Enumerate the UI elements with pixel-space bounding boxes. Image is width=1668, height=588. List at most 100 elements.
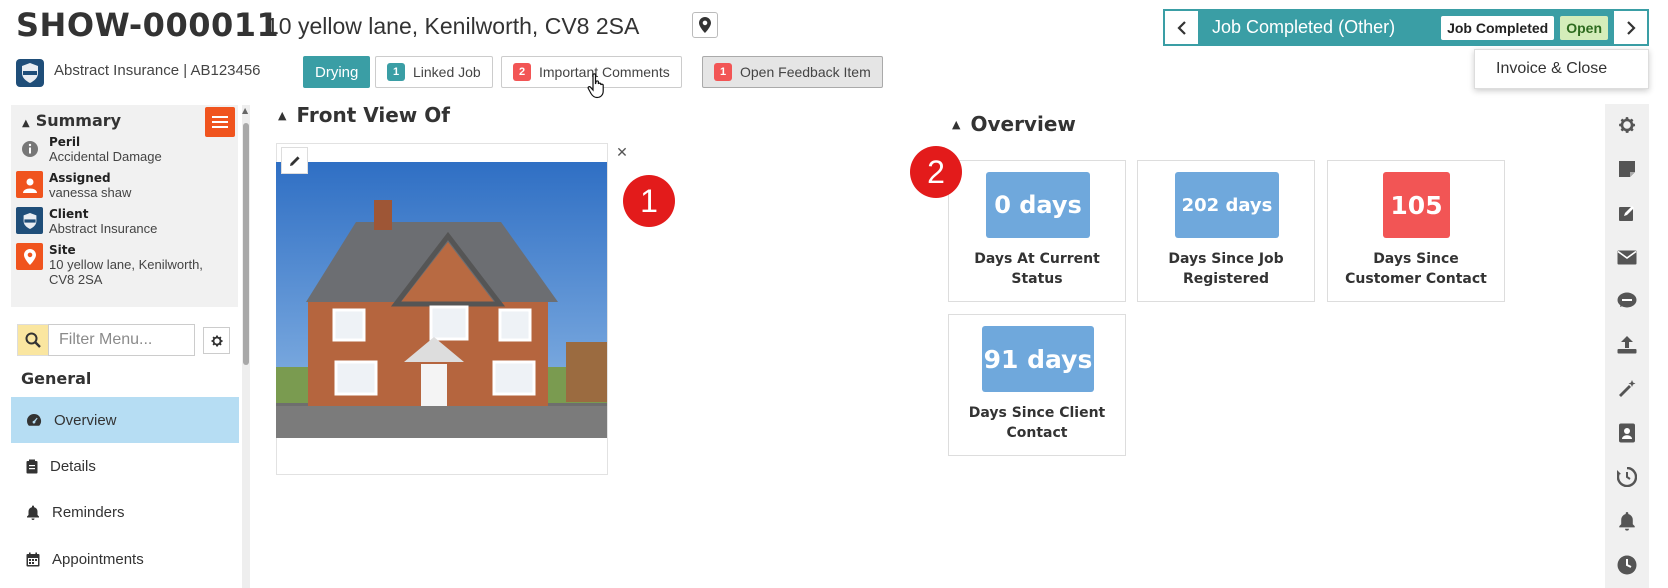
overview-title: Overview — [970, 112, 1076, 136]
linked-job-tag[interactable]: 1 Linked Job — [375, 56, 493, 88]
contact-book-icon — [1619, 423, 1635, 443]
summary-menu-button[interactable] — [205, 107, 235, 137]
pencil-icon — [289, 155, 300, 166]
kpi-label: Days At Current Status — [974, 251, 1100, 287]
peril-value: Accidental Damage — [49, 149, 162, 164]
edit-button[interactable] — [1615, 201, 1639, 225]
kpi-value: 0 days — [986, 172, 1090, 238]
kpi-value: 202 days — [1175, 172, 1279, 238]
front-view-header[interactable]: ▲ Front View Of — [278, 103, 450, 127]
sidebar-item-appointments[interactable]: Appointments — [11, 536, 239, 582]
client-logo — [16, 59, 44, 87]
remove-image-button[interactable]: ✕ — [614, 145, 630, 161]
bell-icon — [27, 505, 39, 520]
history-button[interactable] — [1615, 465, 1639, 489]
shield-icon — [22, 63, 38, 83]
map-pin-icon — [699, 17, 711, 33]
clipboard-icon — [26, 459, 38, 473]
chevron-right-icon — [1626, 20, 1636, 35]
time-button[interactable] — [1615, 553, 1639, 577]
open-badge: Open — [1560, 15, 1608, 40]
kpi-days-since-client-contact[interactable]: 91 days Days Since Client Contact — [948, 314, 1126, 456]
client-reference: Abstract Insurance | AB123456 — [54, 62, 261, 79]
open-feedback-label: Open Feedback Item — [740, 64, 871, 80]
site-value: 10 yellow lane, Kenilworth, CV8 2SA — [49, 257, 203, 287]
sidebar-scrollbar-thumb[interactable] — [243, 123, 249, 365]
sidebar-item-overview[interactable]: Overview — [11, 397, 239, 443]
invoice-close-menu-item[interactable]: Invoice & Close — [1474, 49, 1649, 89]
upload-icon — [1617, 336, 1637, 354]
scroll-up-arrow-icon[interactable]: ▲ — [242, 106, 248, 115]
site-label: Site — [49, 243, 76, 257]
drying-tag[interactable]: Drying — [303, 56, 371, 88]
previous-status-button[interactable] — [1165, 11, 1198, 44]
important-comments-count: 2 — [513, 63, 531, 81]
search-icon — [17, 324, 49, 356]
notes-button[interactable] — [1615, 157, 1639, 181]
dashboard-icon — [27, 414, 42, 426]
client-label: Client — [49, 207, 89, 221]
filter-menu-input[interactable] — [48, 324, 195, 356]
collapse-triangle-icon: ▲ — [952, 117, 961, 131]
sidebar-item-reminders[interactable]: Reminders — [11, 489, 239, 535]
summary-panel: ▲ Summary Peril Accidental Damage Assigned… — [11, 105, 238, 307]
summary-item-site: Site 10 yellow lane, Kenilworth, CV8 2SA — [16, 243, 219, 287]
clock-icon — [1617, 555, 1637, 575]
envelope-icon — [1617, 250, 1637, 264]
sidebar-item-details[interactable]: Details — [11, 443, 239, 489]
next-status-button[interactable] — [1614, 11, 1647, 44]
gear-icon — [1619, 117, 1636, 133]
kpi-label: Days Since Job Registered — [1168, 251, 1284, 287]
map-pin-button[interactable] — [692, 12, 718, 38]
linked-job-label: Linked Job — [413, 64, 481, 80]
job-status-bar: Job Completed (Other) Job Completed Open — [1163, 9, 1649, 46]
kpi-value: 91 days — [982, 326, 1094, 392]
contacts-button[interactable] — [1615, 421, 1639, 445]
kpi-days-since-job-registered[interactable]: 202 days Days Since Job Registered — [1137, 160, 1315, 302]
email-button[interactable] — [1615, 245, 1639, 269]
house-photo[interactable] — [276, 162, 607, 438]
note-icon — [1619, 161, 1635, 177]
calendar-icon — [26, 552, 40, 566]
summary-header[interactable]: ▲ Summary — [22, 111, 121, 130]
sidebar-item-label: Overview — [54, 411, 117, 429]
hand-cursor-icon — [587, 73, 604, 99]
edit-image-button[interactable] — [281, 147, 308, 174]
bell-icon — [1619, 512, 1635, 531]
notifications-button[interactable] — [1615, 509, 1639, 533]
nav-section-heading: General — [21, 369, 92, 388]
magic-wand-button[interactable] — [1615, 377, 1639, 401]
kpi-label: Days Since Customer Contact — [1345, 251, 1487, 287]
summary-item-peril: Peril Accidental Damage — [16, 135, 162, 164]
sms-button[interactable] — [1615, 289, 1639, 313]
job-id-title: SHOW-000011 — [16, 6, 280, 44]
client-value: Abstract Insurance — [49, 221, 158, 236]
front-view-title: Front View Of — [296, 103, 450, 127]
job-completed-badge: Job Completed — [1441, 15, 1555, 40]
status-text: Job Completed (Other) — [1212, 17, 1396, 37]
info-icon — [16, 135, 43, 162]
filter-settings-button[interactable] — [203, 327, 230, 354]
step-marker-2: 2 — [910, 146, 962, 198]
close-icon: ✕ — [616, 145, 628, 161]
client-shield-icon — [16, 207, 43, 234]
assigned-label: Assigned — [49, 171, 111, 185]
open-feedback-count: 1 — [714, 63, 732, 81]
step-marker-1: 1 — [623, 175, 675, 227]
job-address: 10 yellow lane, Kenilworth, CV8 2SA — [266, 13, 640, 39]
hamburger-icon — [212, 116, 228, 118]
magic-wand-icon — [1619, 380, 1636, 397]
kpi-value: 105 — [1383, 172, 1450, 238]
sidebar-item-label: Reminders — [52, 503, 125, 521]
collapse-triangle-icon: ▲ — [22, 118, 30, 129]
kpi-days-since-customer-contact[interactable]: 105 Days Since Customer Contact — [1327, 160, 1505, 302]
upload-button[interactable] — [1615, 333, 1639, 357]
open-feedback-tag[interactable]: 1 Open Feedback Item — [702, 56, 883, 88]
settings-button[interactable] — [1615, 113, 1639, 137]
overview-header[interactable]: ▲ Overview — [952, 112, 1076, 136]
assigned-value: vanessa shaw — [49, 185, 132, 200]
history-icon — [1617, 467, 1637, 487]
summary-title: Summary — [35, 111, 122, 130]
kpi-days-at-current-status[interactable]: 0 days Days At Current Status — [948, 160, 1126, 302]
summary-item-assigned: Assigned vanessa shaw — [16, 171, 131, 200]
